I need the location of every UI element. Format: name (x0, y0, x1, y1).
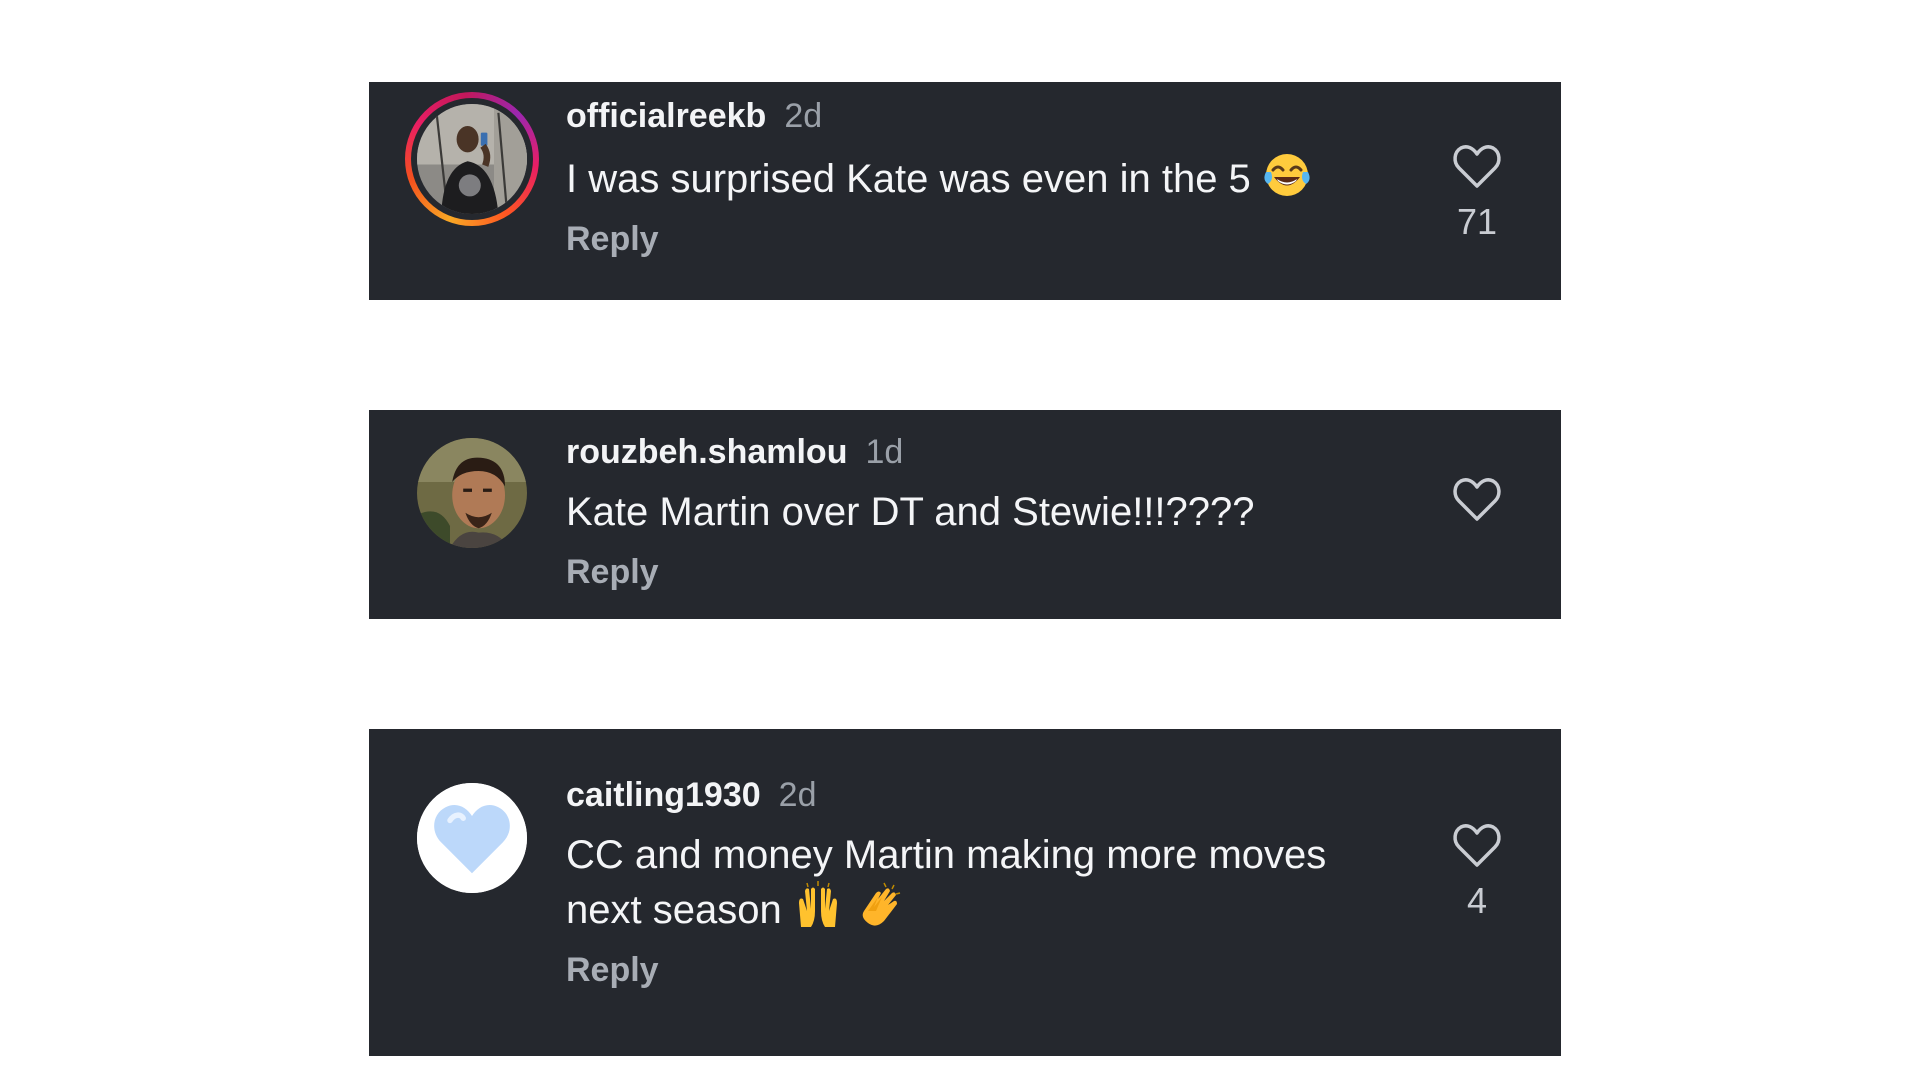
comment-text: I was surprised Kate was even in the 5 (566, 150, 1411, 205)
comment-meta: caitling1930 2d (566, 773, 1411, 817)
person-photo-icon (417, 104, 527, 214)
like-section: 4 (1447, 821, 1507, 921)
heart-icon[interactable] (1451, 475, 1503, 523)
comment-meta: officialreekb 2d (566, 94, 1411, 138)
comment-body: caitling1930 2d CC and money Martin makin… (566, 773, 1411, 990)
reply-button[interactable]: Reply (566, 950, 659, 990)
comment-body: rouzbeh.shamlou 1d Kate Martin over DT an… (566, 430, 1411, 592)
raising-hands-icon (798, 881, 837, 927)
comments-screenshot: officialreekb 2d I was surprised Kate was… (0, 0, 1920, 1080)
person-photo-icon (417, 438, 527, 548)
light-blue-heart-icon (417, 783, 527, 893)
comment-text-content: I was surprised Kate was even in the 5 (566, 157, 1251, 201)
comment-meta: rouzbeh.shamlou 1d (566, 430, 1411, 474)
comment-text-line: CC and money Martin making more moves (566, 833, 1327, 877)
like-section: 71 (1447, 142, 1507, 242)
comment-card: caitling1930 2d CC and money Martin makin… (369, 729, 1561, 1056)
like-count: 71 (1456, 201, 1498, 242)
username[interactable]: caitling1930 (566, 776, 761, 814)
timestamp: 1d (865, 433, 904, 471)
heart-icon[interactable] (1451, 821, 1503, 869)
like-count: 4 (1466, 880, 1488, 921)
timestamp: 2d (784, 97, 823, 135)
comment-card: officialreekb 2d I was surprised Kate was… (369, 82, 1561, 300)
avatar-photo (417, 104, 527, 214)
reply-button[interactable]: Reply (566, 219, 659, 259)
clapping-hands-icon (862, 882, 901, 926)
avatar[interactable] (417, 783, 527, 893)
comment-text-line-with-emoji: next season (566, 881, 1411, 936)
timestamp: 2d (778, 776, 817, 814)
like-section (1447, 475, 1507, 535)
comment-text: Kate Martin over DT and Stewie!!!???? (566, 486, 1411, 538)
heart-icon[interactable] (1451, 142, 1503, 190)
avatar[interactable] (405, 92, 539, 226)
avatar[interactable] (417, 438, 527, 548)
comment-text: CC and money Martin making more moves ne… (566, 829, 1411, 936)
face-with-tears-of-joy-icon (1264, 154, 1310, 196)
comment-card: rouzbeh.shamlou 1d Kate Martin over DT an… (369, 410, 1561, 619)
username[interactable]: officialreekb (566, 97, 766, 135)
comment-body: officialreekb 2d I was surprised Kate was… (566, 94, 1411, 259)
reply-button[interactable]: Reply (566, 552, 659, 592)
comment-text-line: next season (566, 888, 782, 932)
username[interactable]: rouzbeh.shamlou (566, 433, 847, 471)
story-ring (411, 98, 533, 220)
avatar-photo (417, 438, 527, 548)
comment-text-content: Kate Martin over DT and Stewie!!!???? (566, 490, 1255, 534)
